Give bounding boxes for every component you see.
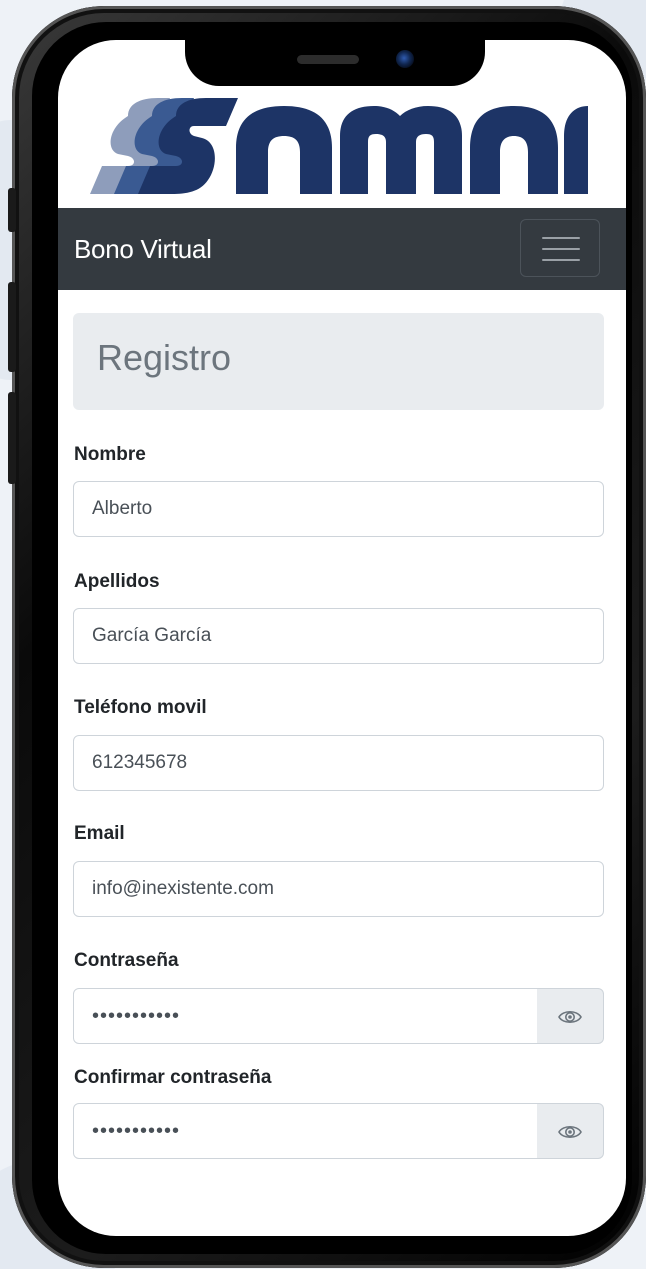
volume-up-button (8, 282, 16, 372)
surname-input[interactable] (73, 608, 604, 664)
logo-letter-m (340, 106, 462, 194)
navbar-brand[interactable]: Bono Virtual (74, 234, 212, 265)
email-label: Email (74, 823, 125, 844)
page-title: Registro (97, 337, 232, 378)
phone-label: Teléfono movil (74, 697, 207, 718)
phone-notch (185, 40, 485, 86)
page-header: Registro (73, 313, 604, 410)
confirm-password-label: Confirmar contraseña (74, 1067, 272, 1088)
page: Bono Virtual Registro Nombre Apellidos T… (0, 0, 646, 1269)
front-camera (396, 50, 414, 68)
phone-screen: Bono Virtual Registro Nombre Apellidos T… (58, 40, 626, 1236)
navbar: Bono Virtual (58, 208, 626, 290)
password-input[interactable] (73, 988, 538, 1044)
logo-letter-r (564, 106, 588, 194)
confirm-password-visibility-toggle[interactable] (537, 1103, 604, 1159)
volume-down-button (8, 392, 16, 484)
eye-icon (558, 1125, 582, 1139)
surname-label: Apellidos (74, 571, 160, 592)
logo-letter-a (236, 106, 332, 194)
confirm-password-input[interactable] (73, 1103, 538, 1159)
speaker-grille (297, 55, 359, 64)
navbar-toggler-button[interactable] (520, 219, 600, 277)
name-input[interactable] (73, 481, 604, 537)
eye-icon (558, 1010, 582, 1024)
samar-logo (90, 98, 588, 194)
phone-input[interactable] (73, 735, 604, 791)
password-visibility-toggle[interactable] (537, 988, 604, 1044)
mute-switch (8, 188, 16, 232)
email-input[interactable] (73, 861, 604, 917)
name-label: Nombre (74, 444, 146, 465)
password-label: Contraseña (74, 950, 179, 971)
logo-letter-a2 (470, 106, 558, 194)
